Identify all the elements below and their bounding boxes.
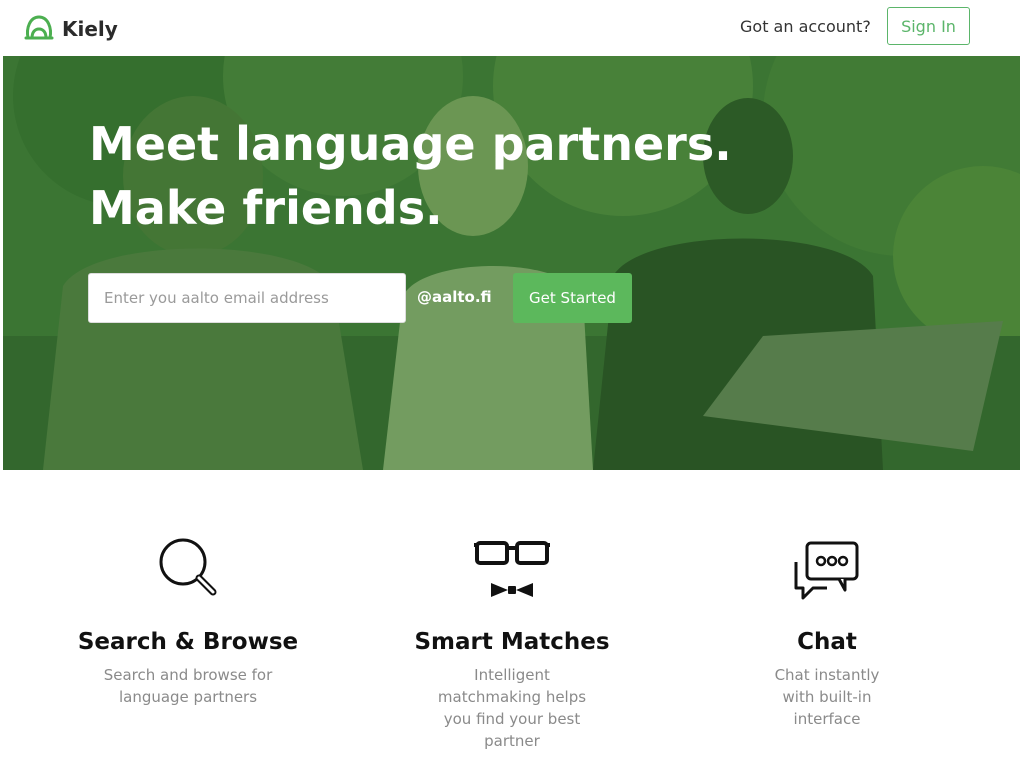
hero-headline: Meet language partners. Make friends. [89,112,732,240]
chat-bubbles-icon [794,541,859,600]
feature-title: Chat [797,629,857,655]
feature-description: Search and browse for language partners [103,666,273,706]
top-nav: Kiely Got an account? Sign In [0,0,1024,56]
brand-name: Kiely [62,17,118,41]
email-domain-suffix: @aalto.fi [417,288,492,306]
kiely-logo-icon [24,15,54,40]
features-section: Search & Browse Search and browse for la… [0,470,1024,768]
feature-title: Search & Browse [77,629,299,655]
email-input[interactable] [88,273,406,323]
hero-section: Meet language partners. Make friends. @a… [3,56,1020,470]
feature-description: Intelligent matchmaking helps you find y… [437,666,587,750]
glasses-bowtie-icon [474,541,550,597]
magnifier-icon [159,538,217,596]
feature-description: Chat instantly with built-in interface [774,666,880,728]
feature-title: Smart Matches [414,629,610,655]
hero-headline-line1: Meet language partners. [89,117,732,171]
hero-headline-line2: Make friends. [89,181,443,235]
brand-logo[interactable]: Kiely [24,12,118,42]
sign-in-button[interactable]: Sign In [887,7,970,45]
account-prompt: Got an account? [740,17,871,36]
get-started-button[interactable]: Get Started [513,273,632,323]
